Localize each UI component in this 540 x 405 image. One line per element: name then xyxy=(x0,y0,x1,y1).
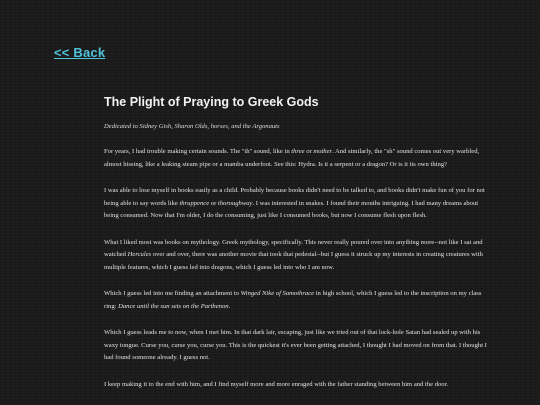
paragraph-text: Which I guess leads me to now, when I me… xyxy=(104,329,487,361)
emphasized-text: Hercules xyxy=(127,251,152,258)
article-paragraph: I was able to lose myself in books easil… xyxy=(104,185,492,223)
emphasized-text: Winged Nike of Samothrace xyxy=(240,290,315,297)
article-paragraph: For years, I had trouble making certain … xyxy=(104,146,492,171)
paragraph-text: or xyxy=(209,199,218,207)
paragraph-text: . xyxy=(228,302,231,310)
paragraph-text: Which I guess led into me finding an att… xyxy=(104,290,241,297)
emphasized-text: three xyxy=(291,148,305,155)
article-body: For years, I had trouble making certain … xyxy=(104,146,492,391)
emphasized-text: thoroughway xyxy=(217,199,253,207)
back-link[interactable]: << Back xyxy=(54,45,105,60)
article-paragraph: Which I guess leads me to now, when I me… xyxy=(104,327,492,365)
article-paragraph: What I liked most was books on mythology… xyxy=(104,237,492,275)
page-title: The Plight of Praying to Greek Gods xyxy=(104,95,319,109)
paragraph-text: For years, I had trouble making certain … xyxy=(104,148,292,155)
emphasized-text: mother xyxy=(313,148,333,155)
paragraph-text: I keep making it to the end with him, an… xyxy=(104,380,449,388)
emphasized-text: thruppence xyxy=(179,199,210,207)
dedication: Dedicated to Sidney Gish, Sharon Olds, h… xyxy=(104,123,280,130)
emphasized-text: Dance until the sun sets on the Partheno… xyxy=(118,302,229,310)
article: The Plight of Praying to Greek Gods Dedi… xyxy=(104,94,492,405)
article-paragraph: I keep making it to the end with him, an… xyxy=(104,379,492,392)
paragraph-text: over and over, there was another movie t… xyxy=(104,251,483,271)
article-paragraph: Which I guess led into me finding an att… xyxy=(104,288,492,313)
